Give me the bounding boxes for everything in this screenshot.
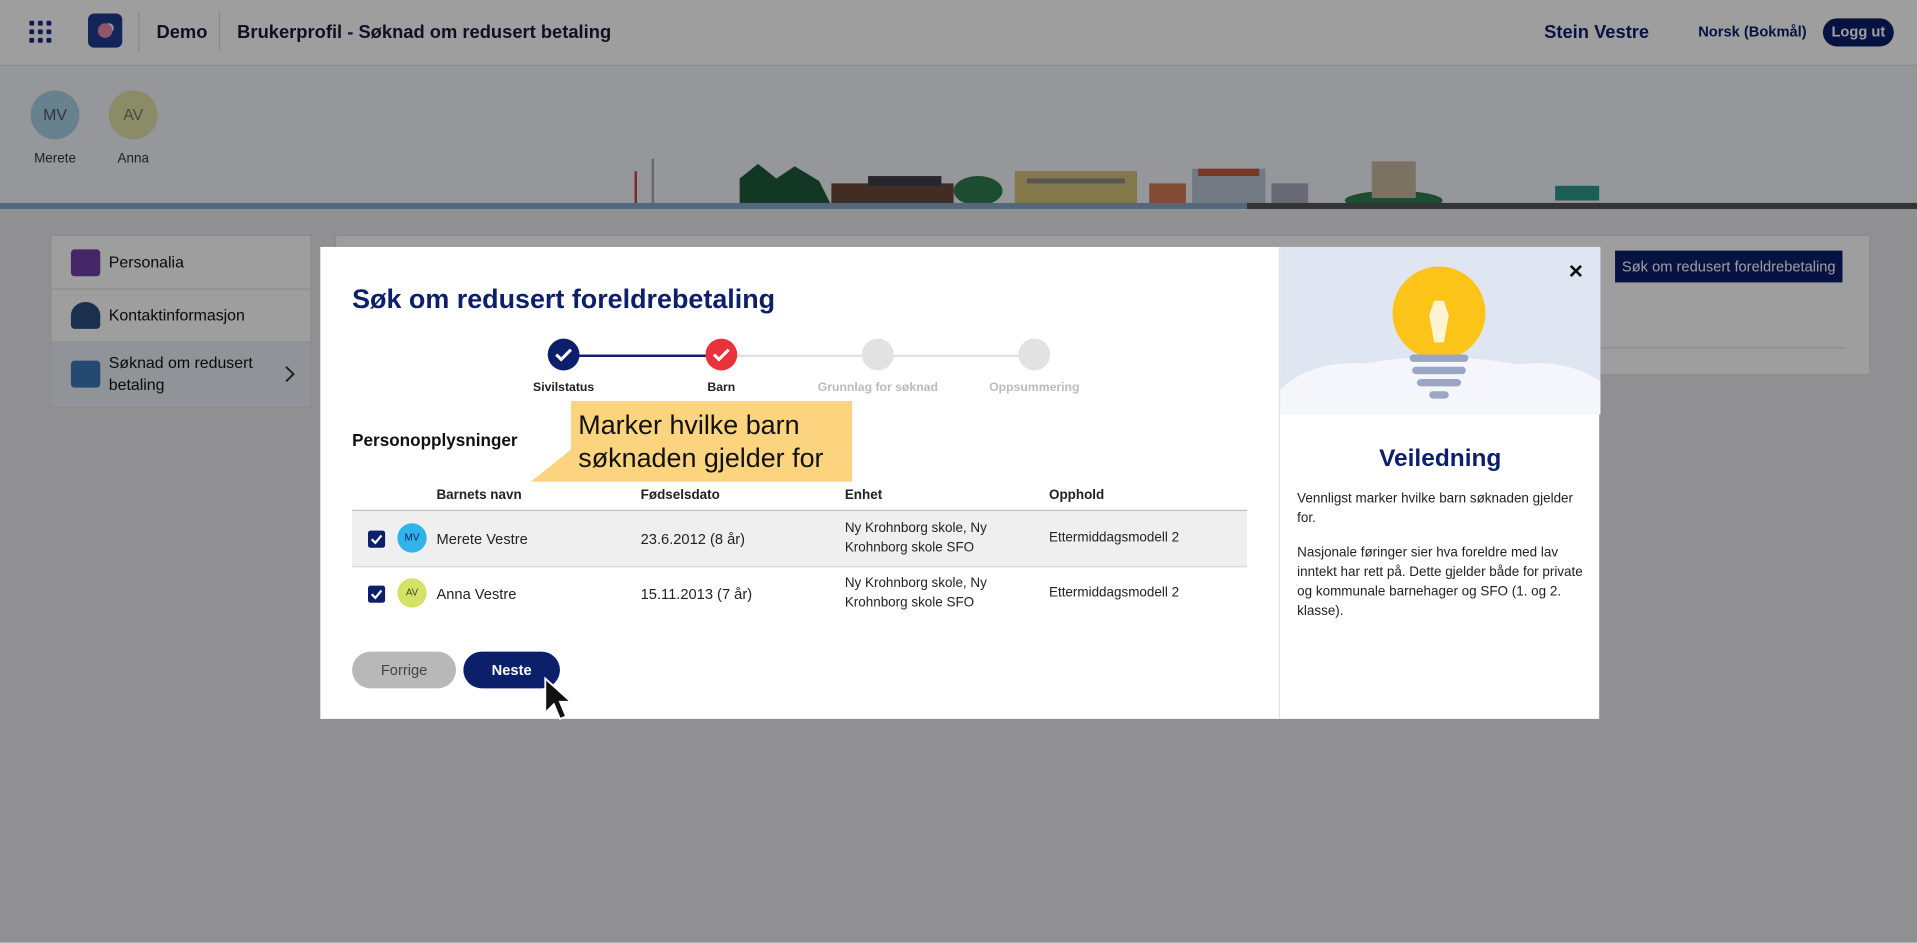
step-label: Sivilstatus: [533, 381, 595, 395]
step-label: Oppsummering: [989, 381, 1080, 395]
section-title: Personopplysninger: [352, 430, 518, 450]
previous-button[interactable]: Forrige: [352, 651, 457, 689]
modal-title: Søk om redusert foreldrebetaling: [352, 283, 776, 315]
column-header: Fødselsdato: [640, 487, 720, 503]
birthdate: 15.11.2013 (7 år): [640, 585, 753, 603]
birthdate: 23.6.2012 (8 år): [640, 530, 746, 548]
unit: Ny Krohnborg skole, Ny Krohnborg skole S…: [844, 575, 987, 611]
step-grunnlag: [861, 338, 894, 371]
column-header: Barnets navn: [436, 487, 522, 503]
stay: Ettermiddagsmodell 2: [1048, 585, 1180, 601]
child-name: Anna Vestre: [436, 585, 517, 603]
step-sivilstatus[interactable]: [547, 338, 580, 371]
checkmark-icon: [370, 534, 383, 545]
step-barn[interactable]: [705, 338, 738, 371]
column-header: Opphold: [1048, 487, 1105, 503]
modal-main: Søk om redusert foreldrebetaling Sivilst…: [320, 247, 1279, 721]
table-row[interactable]: AV Anna Vestre 15.11.2013 (7 år) Ny Kroh…: [352, 566, 1247, 621]
check-icon: [555, 348, 573, 362]
checkmark-icon: [370, 589, 383, 600]
row-checkbox[interactable]: [368, 585, 386, 603]
step-label: Grunnlag for søknad: [817, 381, 938, 395]
step-connector: [563, 354, 722, 357]
table-row[interactable]: MV Merete Vestre 23.6.2012 (8 år) Ny Kro…: [352, 511, 1248, 568]
avatar: AV: [397, 578, 427, 608]
lightbulb-icon: [1280, 266, 1601, 415]
guidance-title: Veiledning: [1379, 445, 1502, 472]
avatar: MV: [397, 523, 427, 553]
row-checkbox[interactable]: [368, 530, 386, 548]
column-header: Enhet: [844, 487, 883, 503]
unit: Ny Krohnborg skole, Ny Krohnborg skole S…: [844, 520, 987, 556]
child-name: Merete Vestre: [436, 530, 528, 548]
close-icon[interactable]: ×: [1564, 259, 1588, 283]
check-icon: [712, 348, 730, 362]
step-oppsummering: [1018, 338, 1051, 371]
guidance-illustration: [1280, 246, 1601, 415]
tooltip-pointer: [530, 448, 573, 482]
application-modal: Søk om redusert foreldrebetaling Sivilst…: [320, 246, 1601, 721]
guidance-paragraph: Nasjonale føringer sier hva foreldre med…: [1297, 545, 1583, 619]
mouse-cursor-icon: [544, 676, 573, 721]
stay: Ettermiddagsmodell 2: [1048, 530, 1180, 546]
instruction-tooltip: Marker hvilke barn søknaden gjelder for: [570, 401, 853, 482]
guidance-panel: × Veiledning Vennligst marker hvilke bar…: [1278, 246, 1601, 719]
guidance-paragraph: Vennligst marker hvilke barn søknaden gj…: [1297, 491, 1574, 526]
step-label: Barn: [707, 381, 736, 395]
